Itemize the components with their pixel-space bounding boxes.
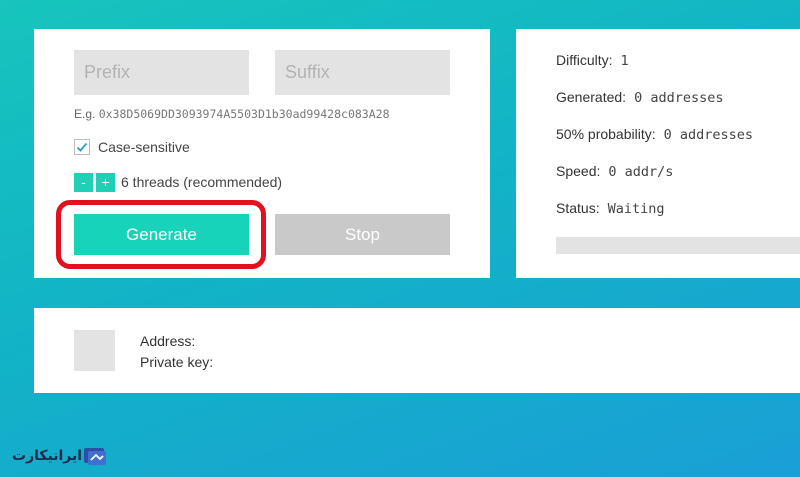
prefix-input[interactable] bbox=[74, 50, 249, 95]
probability-label: 50% probability: bbox=[556, 126, 656, 142]
increase-threads-button[interactable]: + bbox=[96, 172, 115, 192]
decrease-threads-button[interactable]: - bbox=[74, 172, 93, 192]
private-key-label: Private key: bbox=[140, 354, 214, 370]
stop-button[interactable]: Stop bbox=[275, 214, 450, 255]
difficulty-label: Difficulty: bbox=[556, 52, 613, 68]
probability-value: 0 addresses bbox=[663, 127, 754, 143]
difficulty-value: 1 bbox=[620, 53, 629, 69]
case-sensitive-checkbox[interactable] bbox=[74, 139, 90, 155]
probability-row: 50% probability: 0 addresses bbox=[556, 126, 753, 143]
check-icon bbox=[76, 142, 88, 152]
generated-label: Generated: bbox=[556, 89, 627, 105]
address-identicon bbox=[74, 330, 115, 371]
progress-bar bbox=[556, 237, 800, 254]
case-sensitive-label: Case-sensitive bbox=[98, 139, 190, 155]
case-sensitive-row[interactable]: Case-sensitive bbox=[74, 138, 190, 156]
address-label: Address: bbox=[140, 333, 196, 349]
speed-value: 0 addr/s bbox=[608, 164, 674, 180]
card-logo-icon bbox=[84, 448, 107, 465]
example-address-hint: E.g. 0x38D5069DD3093974A5503D1b30ad99428… bbox=[74, 107, 390, 121]
status-label: Status: bbox=[556, 200, 600, 216]
generate-button[interactable]: Generate bbox=[74, 214, 249, 255]
example-prefix: E.g. bbox=[74, 107, 96, 121]
stats-panel: Difficulty: 1 Generated: 0 addresses 50% p… bbox=[516, 29, 800, 278]
speed-row: Speed: 0 addr/s bbox=[556, 163, 673, 180]
generator-form-panel: E.g. 0x38D5069DD3093974A5503D1b30ad99428… bbox=[34, 29, 490, 278]
generated-row: Generated: 0 addresses bbox=[556, 89, 723, 106]
watermark-logo: ایرانیکارت bbox=[12, 443, 114, 469]
watermark-text: ایرانیکارت bbox=[12, 448, 83, 464]
threads-row: - + 6 threads (recommended) bbox=[74, 172, 282, 192]
generated-value: 0 addresses bbox=[634, 90, 724, 106]
status-value: Waiting bbox=[607, 201, 665, 217]
difficulty-row: Difficulty: 1 bbox=[556, 52, 629, 69]
threads-label: 6 threads (recommended) bbox=[121, 174, 283, 190]
status-row: Status: Waiting bbox=[556, 200, 665, 217]
suffix-input[interactable] bbox=[275, 50, 450, 95]
speed-label: Speed: bbox=[556, 163, 601, 179]
example-address: 0x38D5069DD3093974A5503D1b30ad99428c083A… bbox=[98, 107, 390, 121]
result-panel: Address: Private key: bbox=[34, 308, 800, 393]
